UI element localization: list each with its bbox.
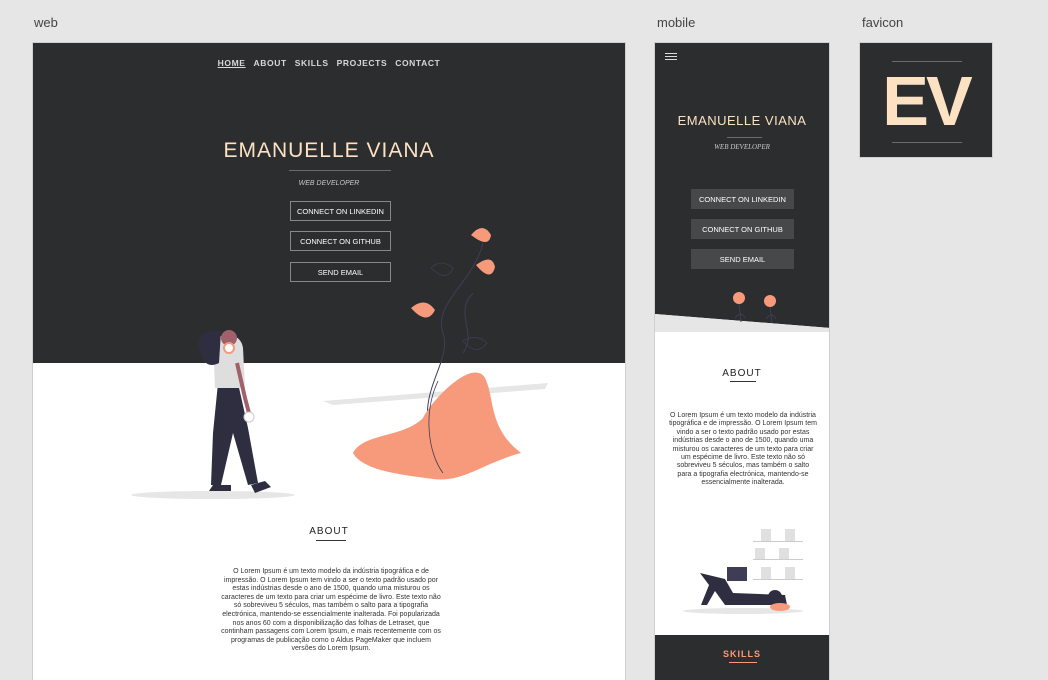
woman-legs [211, 383, 258, 485]
headphones-icon [223, 342, 235, 354]
mobile-skills-title: SKILLS [722, 649, 761, 659]
about-title: ABOUT [309, 526, 349, 537]
mobile-artboard-label: mobile [657, 15, 696, 30]
nav-home[interactable]: HOME [218, 58, 246, 68]
mobile-hero-illustration [655, 292, 829, 348]
web-artboard-label: web [34, 15, 58, 30]
leaf-coral [411, 302, 435, 318]
flower-icon [764, 295, 776, 307]
leaf-coral [471, 228, 491, 242]
top-nav: HOME ABOUT SKILLS PROJECTS CONTACT [33, 58, 625, 68]
reading-illustration [683, 529, 803, 614]
leaf-coral [476, 259, 495, 275]
mobile-hero-divider [727, 137, 762, 138]
ground-shadow [131, 491, 295, 499]
favicon-bottom-line [892, 142, 962, 143]
favicon-monogram: EV [882, 62, 972, 140]
nav-skills[interactable]: SKILLS [295, 58, 329, 68]
mobile-email-button[interactable]: SEND EMAIL [691, 249, 794, 269]
mobile-skills-underline [729, 662, 757, 663]
mobile-hero-role: WEB DEVELOPER [714, 143, 770, 151]
favicon-artboard-label: favicon [862, 15, 904, 30]
woman-shoe [209, 485, 231, 491]
nav-contact[interactable]: CONTACT [395, 58, 440, 68]
about-text: O Lorem Ipsum é um texto modelo da indús… [221, 568, 441, 653]
favicon-artboard[interactable]: EV [859, 42, 993, 158]
nav-about[interactable]: ABOUT [254, 58, 287, 68]
nav-projects[interactable]: PROJECTS [337, 58, 388, 68]
design-canvas: web mobile favicon HOME ABOUT SKILLS PRO… [0, 0, 1048, 680]
hero-divider [289, 170, 391, 171]
hero-role: WEB DEVELOPER [298, 180, 360, 187]
mobile-about-title: ABOUT [722, 368, 762, 379]
hamburger-menu-icon[interactable] [665, 53, 677, 62]
web-artboard[interactable]: HOME ABOUT SKILLS PROJECTS CONTACT EMANU… [32, 42, 626, 680]
flower-icon [733, 292, 745, 304]
mobile-linkedin-button[interactable]: CONNECT ON LINKEDIN [691, 189, 794, 209]
leaf-outline [430, 262, 454, 276]
about-underline [316, 540, 346, 541]
woman-hair [198, 330, 221, 365]
mobile-artboard[interactable]: EMANUELLE VIANA WEB DEVELOPER CONNECT ON… [654, 42, 830, 680]
mobile-about-underline [730, 381, 756, 382]
mobile-github-button[interactable]: CONNECT ON GITHUB [691, 219, 794, 239]
laptop-icon [727, 567, 747, 581]
mobile-about-text: O Lorem Ipsum é um texto modelo da indús… [669, 412, 817, 487]
mobile-hero-name: EMANUELLE VIANA [677, 113, 807, 128]
mobile-skills-section: SKILLS [655, 635, 829, 680]
hero-name: EMANUELLE VIANA [223, 139, 435, 162]
